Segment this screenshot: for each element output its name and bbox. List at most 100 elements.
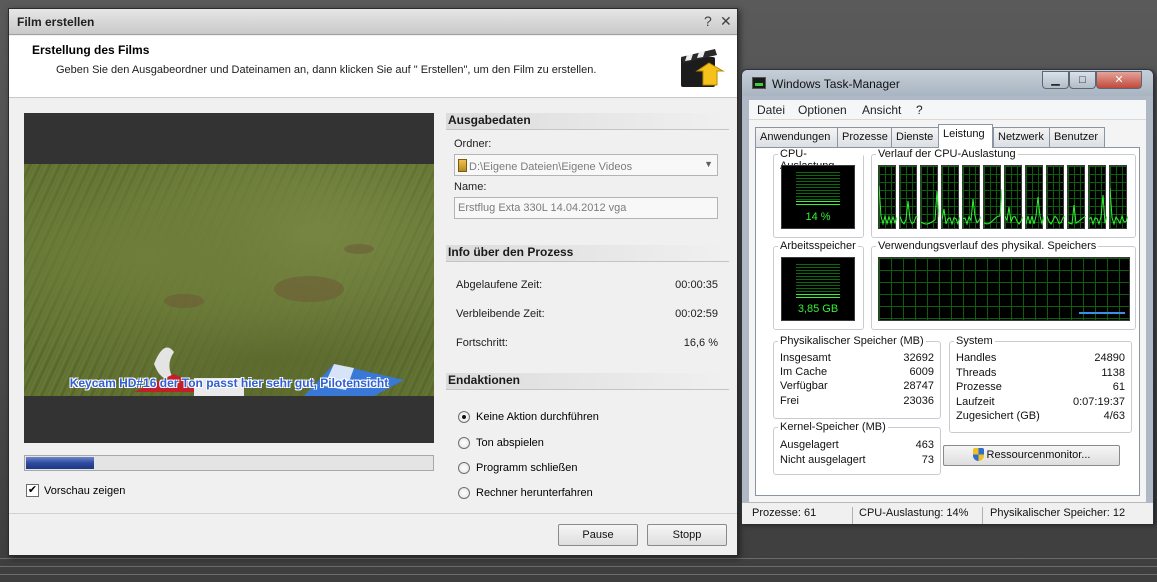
desktop-line: [0, 566, 1157, 567]
radio-no-action[interactable]: Keine Aktion durchführen: [458, 411, 599, 423]
radio-close-program[interactable]: Programm schließen: [458, 462, 577, 474]
menu-ansicht[interactable]: Ansicht: [862, 103, 901, 117]
cpu-core-trace: [1026, 196, 1044, 226]
stop-button[interactable]: Stopp: [647, 524, 727, 546]
status-cpu: CPU-Auslastung: 14%: [859, 507, 969, 519]
maximize-button[interactable]: □: [1069, 71, 1096, 89]
resource-monitor-label: Ressourcenmonitor...: [986, 449, 1091, 461]
tab-netzwerk[interactable]: Netzwerk: [993, 127, 1050, 147]
close-button[interactable]: ✕: [1096, 71, 1142, 89]
cpu-core-trace: [900, 200, 918, 225]
radio-button[interactable]: [458, 487, 470, 499]
task-manager-window: Windows Task-Manager ▁ □ ✕ Datei Optione…: [741, 69, 1154, 524]
radio-play-sound[interactable]: Ton abspielen: [458, 437, 544, 449]
folder-dropdown[interactable]: D:\Eigene Dateien\Eigene Videos ▼: [454, 154, 718, 176]
output-section-title: Ausgabedaten: [446, 113, 729, 130]
cpu-core-graph: [1109, 165, 1128, 229]
progress-label: Fortschritt:: [456, 337, 508, 349]
memory-meter: 3,85 GB: [781, 257, 855, 321]
cpu-core-line: [1068, 204, 1086, 225]
cpu-core-graph: [941, 165, 960, 229]
name-input[interactable]: Erstflug Exta 330L 14.04.2012 vga: [454, 197, 718, 219]
progress-value: 16,6 %: [683, 337, 718, 349]
cpu-core-graph: [878, 165, 897, 229]
shield-icon: [972, 448, 984, 461]
resource-monitor-button[interactable]: Ressourcenmonitor...: [943, 445, 1120, 466]
cpu-core-line: [1005, 206, 1023, 225]
stat-row: Insgesamt 32692: [780, 352, 934, 364]
radio-button[interactable]: [458, 462, 470, 474]
end-actions-section-title: Endaktionen: [446, 373, 729, 390]
tm-body: Anwendungen Prozesse Dienste Leistung Ne…: [749, 120, 1146, 502]
radio-label: Programm schließen: [476, 462, 578, 474]
dialog-titlebar[interactable]: Film erstellen ? ✕: [9, 9, 737, 35]
kernel-memory-title: Kernel-Speicher (MB): [778, 421, 888, 433]
radio-button[interactable]: [458, 411, 470, 423]
dialog-header: Erstellung des Films Geben Sie den Ausga…: [9, 36, 737, 98]
cpu-core-graph: [1088, 165, 1107, 229]
tab-benutzer[interactable]: Benutzer: [1049, 127, 1105, 147]
cpu-core-line: [879, 185, 897, 226]
radio-label: Rechner herunterfahren: [476, 487, 593, 499]
header-title: Erstellung des Films: [32, 43, 150, 57]
stat-label: Prozesse: [956, 381, 1002, 393]
cpu-history-group: Verlauf der CPU-Auslastung: [871, 148, 1136, 238]
radio-label: Ton abspielen: [476, 437, 544, 449]
pause-button[interactable]: Pause: [558, 524, 638, 546]
cpu-core-line: [1047, 215, 1065, 225]
cpu-core-graph: [920, 165, 939, 229]
stat-value: 32692: [903, 352, 934, 364]
physical-memory-title: Physikalischer Speicher (MB): [778, 335, 926, 347]
radio-shutdown[interactable]: Rechner herunterfahren: [458, 487, 593, 499]
cpu-usage-value: 14 %: [805, 211, 831, 223]
cpu-core-line: [921, 190, 939, 225]
stat-value: 1138: [1101, 367, 1125, 379]
cpu-core-graph: [962, 165, 981, 229]
memory-history-graph: [878, 257, 1130, 321]
tab-anwendungen[interactable]: Anwendungen: [755, 127, 838, 147]
cpu-core-trace: [942, 208, 960, 226]
system-title: System: [954, 335, 995, 347]
cpu-core-graph: [983, 165, 1002, 229]
cpu-core-trace: [1110, 187, 1128, 226]
stat-label: Laufzeit: [956, 396, 995, 408]
cpu-core-graph: [1025, 165, 1044, 229]
memory-title: Arbeitsspeicher: [778, 240, 858, 252]
desktop-line: [0, 558, 1157, 559]
desktop-line: [0, 574, 1157, 575]
dialog-footer: Pause Stopp: [9, 513, 737, 555]
preview-checkbox[interactable]: ✔: [26, 484, 39, 497]
stat-value: 463: [915, 439, 934, 451]
cpu-core-line: [1026, 196, 1044, 226]
menu-help[interactable]: ?: [916, 103, 923, 117]
status-memory: Physikalischer Speicher: 12: [990, 507, 1126, 519]
stat-value: 4/63: [1103, 410, 1125, 422]
radio-label: Keine Aktion durchführen: [476, 411, 599, 423]
folder-icon: [458, 159, 467, 172]
radio-button[interactable]: [458, 437, 470, 449]
status-processes: Prozesse: 61: [752, 507, 817, 519]
tm-statusbar: Prozesse: 61 CPU-Auslastung: 14% Physika…: [742, 502, 1153, 524]
tm-menubar: Datei Optionen Ansicht ?: [749, 100, 1146, 120]
chevron-down-icon[interactable]: ▼: [704, 159, 713, 169]
stat-label: Handles: [956, 352, 997, 364]
cpu-core-graph: [1067, 165, 1086, 229]
cpu-usage-meter: 14 %: [781, 165, 855, 229]
tab-dienste[interactable]: Dienste: [891, 127, 939, 147]
cpu-core-trace: [984, 188, 1002, 225]
stat-row: Frei 23036: [780, 395, 934, 407]
preview-toggle[interactable]: ✔ Vorschau zeigen: [26, 484, 125, 497]
preview-detail: [274, 276, 344, 302]
minimize-button[interactable]: ▁: [1042, 71, 1069, 89]
menu-optionen[interactable]: Optionen: [798, 103, 847, 117]
tm-titlebar[interactable]: Windows Task-Manager ▁ □ ✕: [742, 70, 1153, 96]
stat-row: Threads 1138: [956, 367, 1125, 379]
film-erstellen-dialog: Film erstellen ? ✕ Erstellung des Films …: [8, 8, 738, 556]
tab-leistung[interactable]: Leistung: [938, 124, 993, 148]
tab-prozesse[interactable]: Prozesse: [837, 127, 892, 147]
close-button[interactable]: ✕: [720, 14, 732, 28]
menu-datei[interactable]: Datei: [757, 103, 785, 117]
preview-detail: [344, 244, 374, 254]
help-button[interactable]: ?: [704, 14, 712, 28]
stat-label: Im Cache: [780, 366, 828, 378]
